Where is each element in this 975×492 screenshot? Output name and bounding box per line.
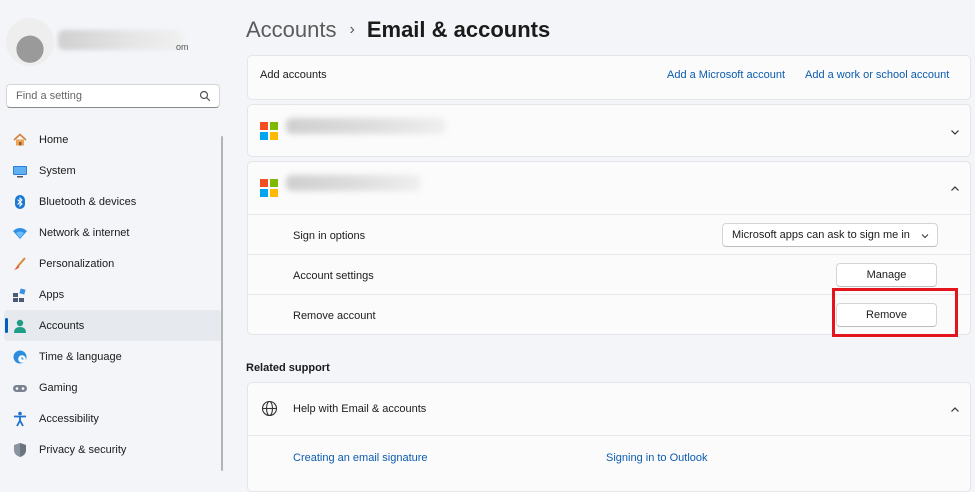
sidebar-item-label: Apps	[39, 288, 65, 301]
sidebar-item-privacy[interactable]: Privacy & security	[4, 434, 222, 465]
add-work-school-account-link[interactable]: Add a work or school account	[805, 69, 949, 81]
sidebar-item-accessibility[interactable]: Accessibility	[4, 403, 222, 434]
sidebar-item-system[interactable]: System	[4, 155, 222, 186]
microsoft-logo-icon	[260, 122, 278, 140]
remove-account-label: Remove account	[293, 310, 376, 322]
sidebar: om Home System Bluetooth & devices	[0, 0, 228, 479]
user-email-suffix: om	[176, 42, 189, 52]
apps-icon	[12, 287, 28, 303]
sidebar-item-label: Gaming	[39, 381, 78, 394]
sidebar-item-label: Time & language	[39, 350, 122, 363]
sign-in-options-value: Microsoft apps can ask to sign me in	[732, 229, 910, 241]
remove-button-highlight	[832, 288, 958, 337]
add-microsoft-account-link[interactable]: Add a Microsoft account	[667, 69, 785, 81]
divider	[248, 214, 970, 215]
chevron-up-icon[interactable]	[950, 184, 960, 194]
sidebar-item-label: Personalization	[39, 257, 115, 270]
related-support-title: Related support	[246, 362, 330, 374]
account-name-redacted	[286, 118, 446, 134]
accessibility-icon	[12, 411, 28, 427]
chevron-down-icon	[921, 234, 929, 239]
sidebar-item-label: Accounts	[39, 319, 85, 332]
search-icon[interactable]	[199, 90, 211, 102]
help-with-email-accounts-label[interactable]: Help with Email & accounts	[293, 403, 426, 415]
sidebar-nav: Home System Bluetooth & devices Network …	[4, 124, 222, 465]
sidebar-item-label: Network & internet	[39, 226, 130, 239]
help-card: Help with Email & accounts Creating an e…	[247, 382, 971, 492]
divider	[248, 435, 970, 436]
sidebar-item-home[interactable]: Home	[4, 124, 222, 155]
breadcrumb-parent[interactable]: Accounts	[246, 17, 337, 43]
sidebar-item-accounts[interactable]: Accounts	[4, 310, 222, 341]
sidebar-item-network[interactable]: Network & internet	[4, 217, 222, 248]
manage-button[interactable]: Manage	[836, 263, 937, 287]
gamepad-icon	[12, 380, 28, 396]
sidebar-scrollbar[interactable]	[221, 136, 223, 471]
sidebar-item-label: Home	[39, 133, 69, 146]
signing-in-outlook-link[interactable]: Signing in to Outlook	[606, 452, 708, 464]
person-icon	[12, 318, 28, 334]
globe-clock-icon	[12, 349, 28, 365]
sidebar-item-personalization[interactable]: Personalization	[4, 248, 222, 279]
sidebar-item-apps[interactable]: Apps	[4, 279, 222, 310]
avatar[interactable]	[6, 18, 54, 66]
shield-icon	[12, 442, 28, 458]
home-icon	[12, 132, 28, 148]
breadcrumb: Accounts › Email & accounts	[246, 17, 550, 43]
bluetooth-icon	[12, 194, 28, 210]
divider	[248, 254, 970, 255]
account-settings-label: Account settings	[293, 270, 374, 282]
brush-icon	[12, 256, 28, 272]
sidebar-item-bluetooth[interactable]: Bluetooth & devices	[4, 186, 222, 217]
add-accounts-card: Add accounts Add a Microsoft account Add…	[247, 55, 971, 100]
system-icon	[12, 163, 28, 179]
sidebar-item-label: Bluetooth & devices	[39, 195, 137, 208]
sign-in-options-dropdown[interactable]: Microsoft apps can ask to sign me in	[722, 223, 938, 247]
search-input[interactable]	[14, 89, 198, 103]
sidebar-item-label: System	[39, 164, 76, 177]
sidebar-item-time-language[interactable]: Time & language	[4, 341, 222, 372]
user-name-redacted	[58, 30, 183, 50]
add-accounts-label: Add accounts	[260, 69, 327, 81]
sidebar-item-gaming[interactable]: Gaming	[4, 372, 222, 403]
globe-icon	[261, 400, 278, 417]
page-title: Email & accounts	[366, 17, 551, 42]
wifi-icon	[12, 225, 28, 241]
sidebar-item-label: Accessibility	[39, 412, 99, 425]
account-name-redacted	[286, 175, 421, 191]
account-card-collapsed[interactable]	[247, 104, 971, 157]
breadcrumb-separator: ›	[349, 21, 355, 38]
chevron-up-icon[interactable]	[950, 405, 960, 415]
sidebar-item-label: Privacy & security	[39, 443, 127, 456]
selection-indicator	[5, 318, 8, 333]
search-box[interactable]	[6, 84, 220, 108]
microsoft-logo-icon	[260, 179, 278, 197]
email-signature-link[interactable]: Creating an email signature	[293, 452, 428, 464]
chevron-down-icon[interactable]	[950, 127, 960, 137]
sign-in-options-label: Sign in options	[293, 230, 366, 242]
